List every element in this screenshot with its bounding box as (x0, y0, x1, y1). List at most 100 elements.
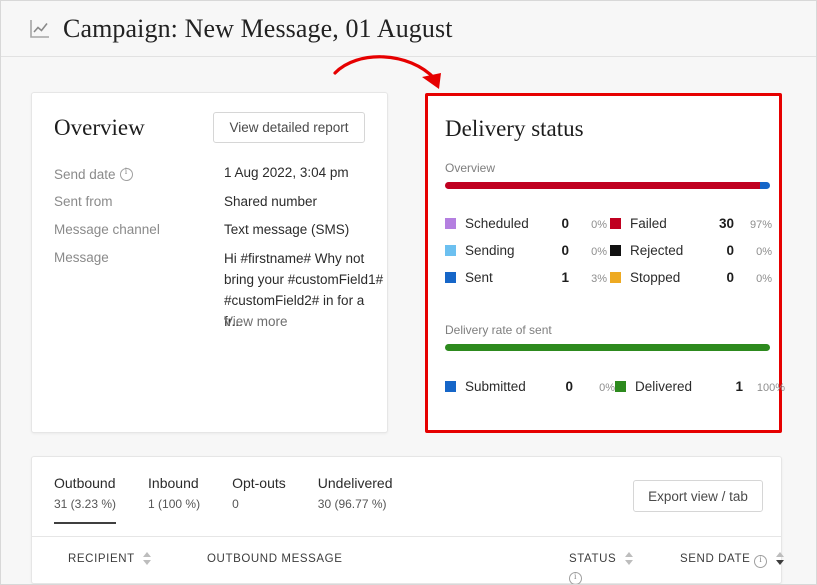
column-label: STATUS (569, 553, 617, 565)
legend-swatch-icon (610, 272, 621, 283)
overview-title: Overview (54, 115, 145, 140)
legend-swatch-icon (445, 245, 456, 256)
legend-item-submitted: Submitted 0 0% (445, 379, 615, 394)
legend-label: Stopped (630, 270, 681, 285)
legend-item-delivered: Delivered 1 100% (615, 379, 785, 394)
tab-count: 1 (100 %) (148, 497, 201, 511)
legend-count: 1 (735, 379, 743, 394)
legend-row: Scheduled 0 0% Failed 30 97% (445, 210, 775, 237)
delivery-status-card: Delivery status Overview Scheduled 0 0% Fai… (425, 93, 785, 433)
legend-label: Sending (465, 243, 515, 258)
legend-label: Rejected (630, 243, 684, 258)
column-header-recipient[interactable]: RECIPIENT (68, 552, 152, 566)
legend-label: Failed (630, 216, 667, 231)
column-label: OUTBOUND MESSAGE (207, 553, 343, 565)
legend-percent: 0% (599, 382, 615, 394)
legend-count: 1 (561, 270, 569, 285)
tab-count: 31 (3.23 %) (54, 497, 117, 511)
bar-segment-delivered (445, 344, 770, 351)
column-label-stack: STATUS (569, 553, 617, 584)
tab-count: 30 (96.77 %) (317, 497, 387, 511)
tab-outbound[interactable]: Outbound 31 (3.23 %) (54, 475, 117, 524)
messages-table-card: Outbound 31 (3.23 %) Inbound 1 (100 %) Opt-o… (31, 456, 784, 584)
legend-item-scheduled: Scheduled 0 0% (445, 216, 610, 231)
bar-segment-sent (760, 182, 770, 189)
legend-percent: 0% (756, 246, 772, 258)
delivery-status-title: Delivery status (445, 116, 584, 141)
field-send-date-label: Send date (54, 166, 133, 182)
table-header-row: RECIPIENT OUTBOUND MESSAGE STATUS SEND D… (32, 536, 784, 584)
info-icon[interactable] (119, 167, 133, 181)
export-view-tab-button[interactable]: Export view / tab (633, 480, 763, 512)
legend-swatch-icon (445, 381, 456, 392)
legend-swatch-icon (445, 272, 456, 283)
column-label: SEND DATE (680, 553, 751, 565)
legend-item-sending: Sending 0 0% (445, 243, 610, 258)
legend-count: 30 (718, 216, 734, 231)
field-send-date-value: 1 Aug 2022, 3:04 pm (224, 165, 349, 180)
legend-percent: 0% (756, 273, 772, 285)
sort-arrows-icon[interactable] (143, 552, 152, 565)
tab-label: Outbound (54, 475, 116, 491)
column-header-outbound-message: OUTBOUND MESSAGE (207, 553, 342, 565)
view-detailed-report-button[interactable]: View detailed report (213, 112, 365, 143)
legend-swatch-icon (610, 218, 621, 229)
tab-label: Opt-outs (232, 475, 286, 491)
tab-inbound[interactable]: Inbound 1 (100 %) (148, 475, 200, 521)
page-header: Campaign: New Message, 01 August (1, 1, 816, 57)
overview-progress-bar (445, 182, 770, 189)
bar-segment-failed (445, 182, 761, 189)
column-label: RECIPIENT (68, 553, 135, 565)
legend-label: Submitted (465, 379, 526, 394)
legend-percent: 0% (591, 219, 607, 231)
info-icon[interactable] (569, 571, 582, 584)
field-message-channel-label: Message channel (54, 222, 160, 237)
legend-count: 0 (726, 270, 734, 285)
legend-count: 0 (561, 243, 569, 258)
column-header-send-date[interactable]: SEND DATE (680, 552, 784, 568)
column-header-status[interactable]: STATUS (569, 552, 633, 584)
legend-swatch-icon (615, 381, 626, 392)
legend-percent: 97% (749, 219, 772, 231)
delivery-rate-label: Delivery rate of sent (445, 323, 552, 337)
tab-opt-outs[interactable]: Opt-outs 0 (232, 475, 286, 521)
overview-bar-label: Overview (445, 161, 496, 175)
overview-card: Overview View detailed report Send date … (31, 92, 388, 433)
legend-row: Submitted 0 0% Delivered 1 100% (445, 373, 785, 400)
legend-percent: 0% (591, 246, 607, 258)
legend-item-sent: Sent 1 3% (445, 270, 610, 285)
legend-label: Scheduled (465, 216, 529, 231)
legend-row: Sent 1 3% Stopped 0 0% (445, 264, 775, 291)
delivery-rate-legend: Submitted 0 0% Delivered 1 100% (445, 373, 785, 400)
tab-label: Inbound (148, 475, 199, 491)
field-sent-from-label: Sent from (54, 194, 113, 209)
legend-count: 0 (561, 216, 569, 231)
field-message-label: Message (54, 250, 109, 265)
info-icon[interactable] (754, 554, 768, 568)
field-sent-from-value: Shared number (224, 194, 318, 209)
legend-row: Sending 0 0% Rejected 0 0% (445, 237, 775, 264)
legend-item-rejected: Rejected 0 0% (610, 243, 775, 258)
legend-swatch-icon (610, 245, 621, 256)
legend-swatch-icon (445, 218, 456, 229)
tab-label: Undelivered (317, 475, 393, 491)
view-more-link[interactable]: View more (224, 314, 288, 329)
page-title: Campaign: New Message, 01 August (63, 13, 453, 43)
tab-undelivered[interactable]: Undelivered 30 (96.77 %) (318, 475, 393, 521)
tab-count: 0 (232, 497, 239, 511)
legend-item-stopped: Stopped 0 0% (610, 270, 775, 285)
legend-label: Sent (465, 270, 493, 285)
delivery-rate-progress-bar (445, 344, 770, 351)
legend-count: 0 (565, 379, 573, 394)
sort-arrows-icon[interactable] (775, 552, 784, 565)
table-tabs: Outbound 31 (3.23 %) Inbound 1 (100 %) Opt-o… (54, 475, 425, 524)
sort-arrows-icon[interactable] (624, 552, 633, 565)
legend-percent: 100% (756, 382, 785, 394)
line-chart-icon (29, 18, 51, 40)
delivery-status-legend: Scheduled 0 0% Failed 30 97% Sending 0 0% Rejecte… (445, 210, 775, 291)
app-page: Campaign: New Message, 01 August Overvie… (0, 0, 817, 585)
field-message-channel-value: Text message (SMS) (224, 222, 350, 237)
legend-count: 0 (726, 243, 734, 258)
legend-label: Delivered (635, 379, 693, 394)
legend-item-failed: Failed 30 97% (610, 216, 775, 231)
